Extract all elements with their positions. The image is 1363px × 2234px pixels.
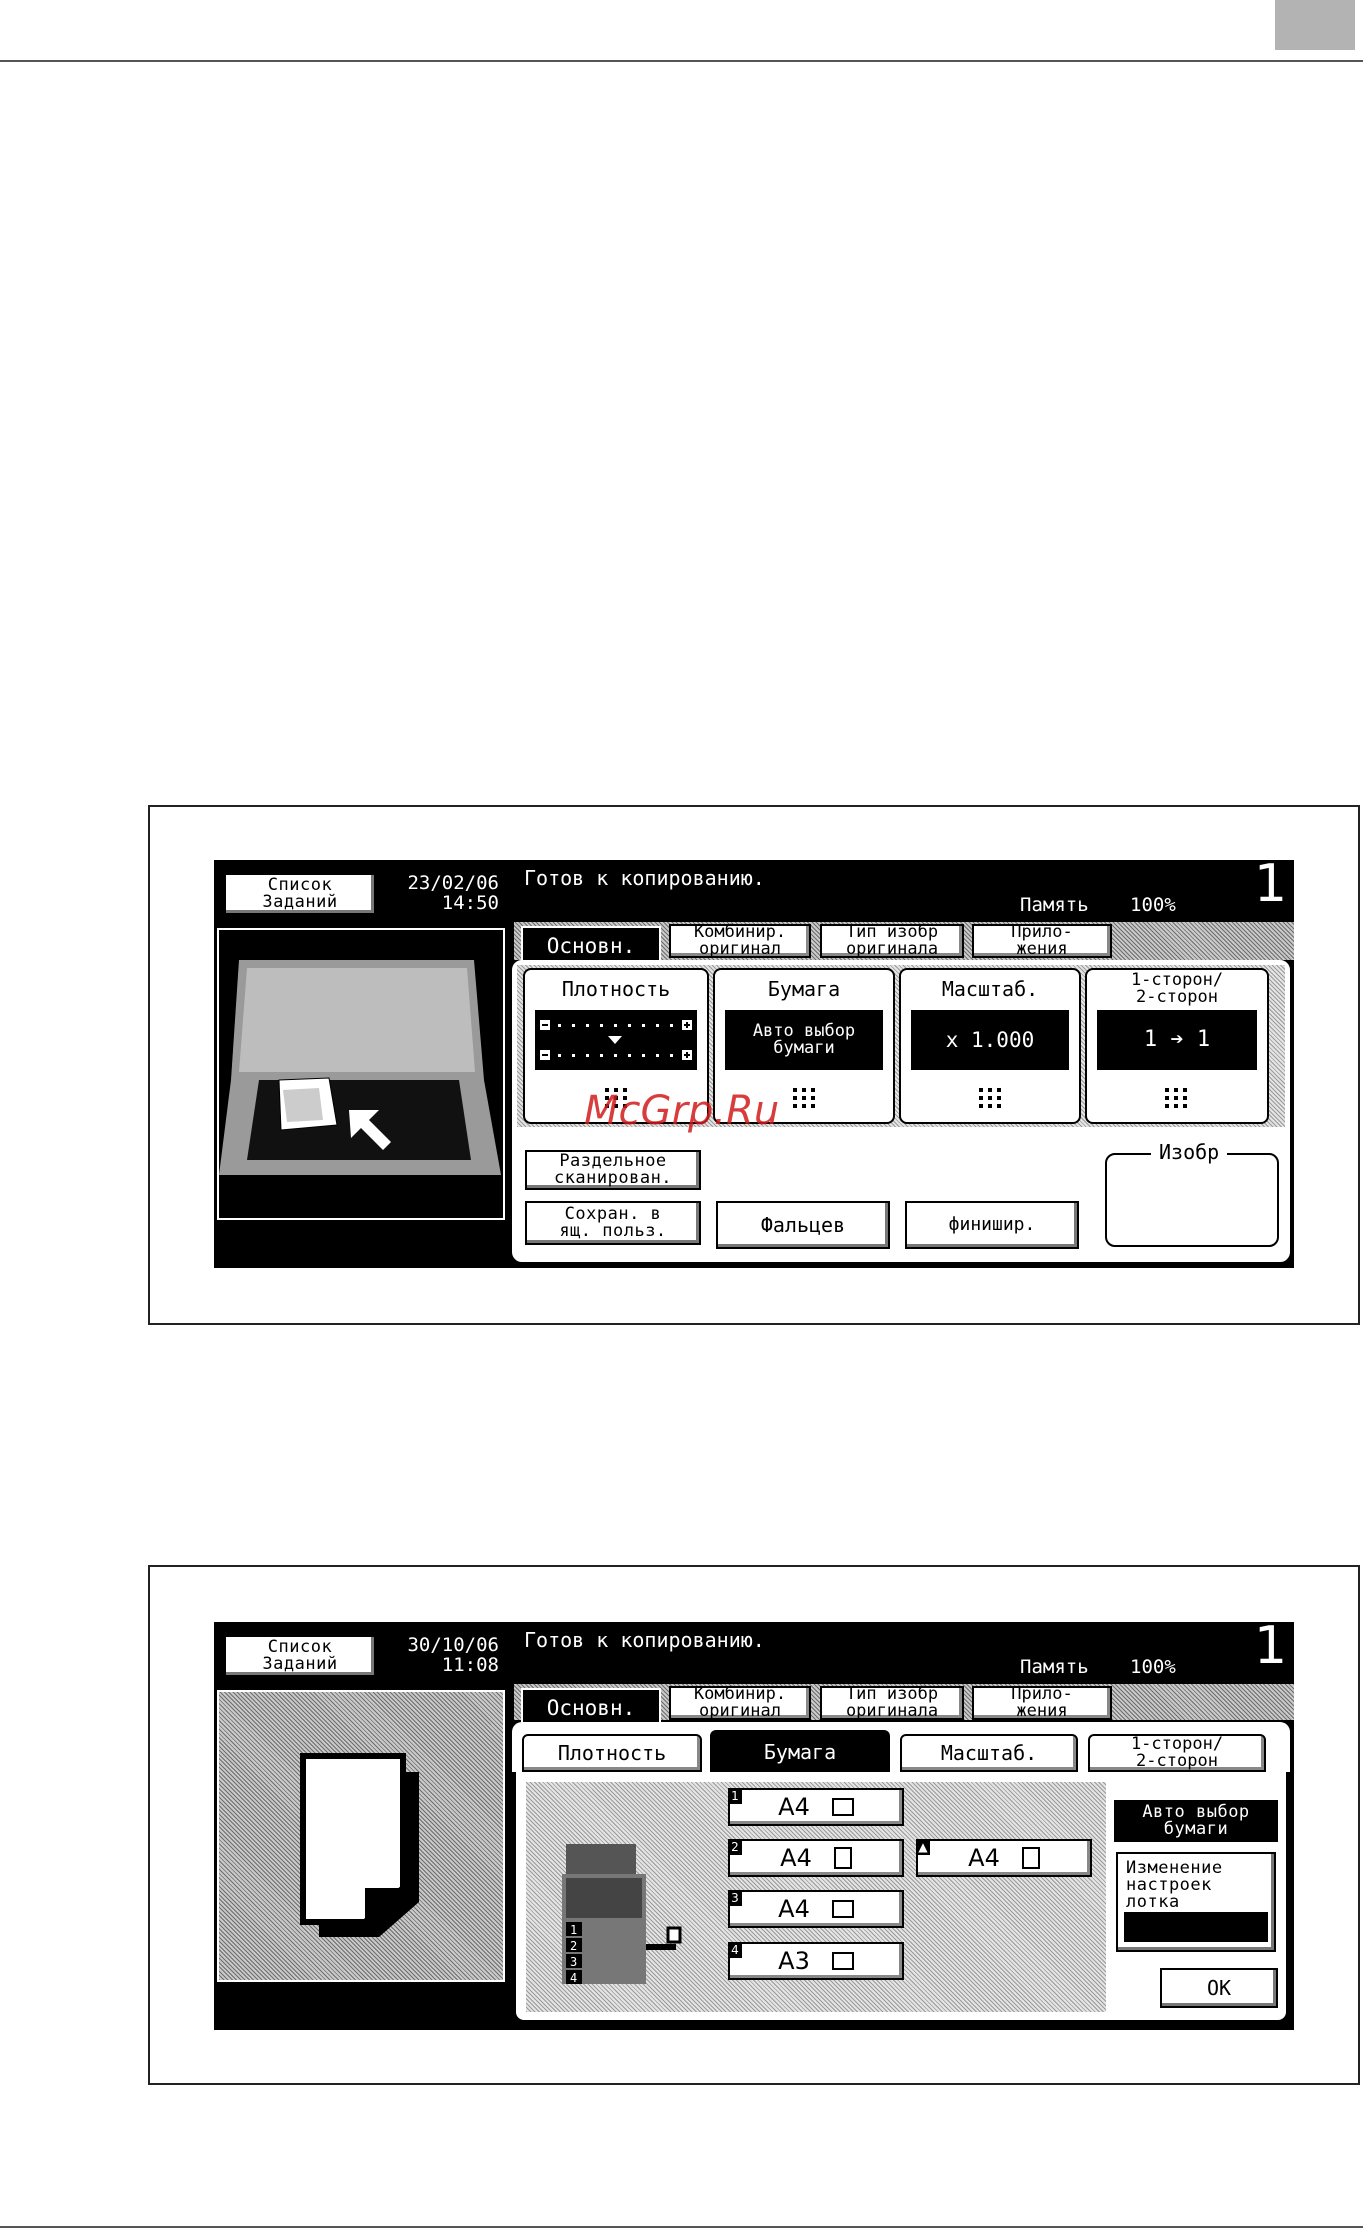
date-display: 23/02/06	[407, 872, 499, 894]
tray-2-number: 2	[728, 1839, 742, 1855]
tab-original-type[interactable]: Тип изобр оригинала	[820, 924, 964, 958]
scanner-glass-icon	[219, 930, 503, 1218]
subtab-zoom[interactable]: Масштаб.	[900, 1734, 1078, 1772]
tab-combine-original[interactable]: Комбинир. оригинал	[669, 924, 811, 958]
auto-paper-button[interactable]: Авто выбор бумаги	[1114, 1800, 1278, 1842]
portrait-paper-icon	[1021, 1847, 1040, 1869]
tray-settings-label: Изменение настроек лотка	[1126, 1858, 1223, 1912]
tab-applications[interactable]: Прило- жения	[972, 1686, 1112, 1720]
copier-panel-basic: Список Заданий 23/02/06 14:50 Готов к ко…	[214, 860, 1294, 1268]
tray-4-number: 4	[728, 1942, 742, 1958]
duplex-value: 1 ➔ 1	[1095, 1008, 1259, 1072]
paper-inner: 1 2 3 4 1 A4 2 A4 3 A4 4 A3 ▲ A4 Авто вы…	[516, 1772, 1286, 2020]
subtab-duplex[interactable]: 1-сторон/ 2-сторон	[1088, 1734, 1266, 1772]
zoom-detail-dots	[979, 1088, 1002, 1108]
time-display: 11:08	[441, 1654, 499, 1676]
paper-detail-dots	[793, 1088, 816, 1108]
page-footer-rule	[0, 2226, 1363, 2228]
tab-basic[interactable]: Основн.	[521, 1688, 661, 1726]
tab-basic[interactable]: Основн.	[521, 926, 661, 964]
bypass-tray-size: A4	[968, 1844, 1000, 1872]
paper-content-area: 1 2 3 4 1 A4 2 A4 3 A4 4 A3 ▲ A4 Авто вы…	[512, 1772, 1290, 2024]
original-preview-panel	[217, 1690, 505, 1982]
zoom-value: x 1.000	[909, 1008, 1071, 1072]
landscape-paper-icon	[831, 1900, 854, 1918]
status-message: Готов к копированию.	[524, 866, 765, 890]
svg-text:3: 3	[570, 1955, 577, 1969]
bypass-tray-icon: ▲	[916, 1839, 930, 1855]
bypass-tray-button[interactable]: ▲ A4	[916, 1839, 1092, 1877]
tray-4-button[interactable]: 4 A3	[728, 1942, 904, 1980]
tray-4-size: A3	[778, 1947, 810, 1975]
density-scale	[533, 1008, 699, 1072]
memory-value: 100%	[1130, 894, 1176, 916]
zoom-function[interactable]: Масштаб. x 1.000	[899, 968, 1081, 1124]
job-list-button[interactable]: Список Заданий	[224, 873, 376, 915]
tray-settings-indicator	[1124, 1912, 1268, 1942]
duplex-detail-dots	[1165, 1088, 1188, 1108]
chapter-tab	[1275, 0, 1355, 50]
ok-button[interactable]: OK	[1160, 1968, 1278, 2008]
landscape-paper-icon	[831, 1952, 854, 1970]
density-slider-icon	[540, 1020, 692, 1060]
duplex-function[interactable]: 1-сторон/ 2-сторон 1 ➔ 1	[1085, 968, 1269, 1124]
status-message: Готов к копированию.	[524, 1628, 765, 1652]
tray-2-size: A4	[780, 1844, 812, 1872]
zoom-title: Масштаб.	[941, 977, 1039, 1001]
separate-scan-button[interactable]: Раздельное сканирован.	[525, 1150, 701, 1190]
fold-button[interactable]: Фальцев	[716, 1201, 890, 1249]
copy-count: 1	[1254, 1622, 1288, 1676]
svg-text:4: 4	[570, 1971, 577, 1985]
tray-3-size: A4	[778, 1895, 810, 1923]
duplex-title: 1-сторон/ 2-сторон	[1130, 970, 1224, 1007]
paper-title: Бумага	[767, 977, 841, 1001]
landscape-paper-icon	[831, 1798, 854, 1816]
density-title: Плотность	[561, 977, 671, 1001]
memory-label: Память	[1020, 894, 1089, 916]
tray-1-button[interactable]: 1 A4	[728, 1788, 904, 1826]
save-to-user-box-button[interactable]: Сохран. в ящ. польз.	[525, 1201, 701, 1245]
tab-applications[interactable]: Прило- жения	[972, 924, 1112, 958]
image-group-label: Изобр	[1151, 1140, 1228, 1164]
copier-machine-icon: 1 2 3 4	[562, 1844, 682, 1985]
scanner-illustration-panel	[217, 928, 505, 1220]
paper-value: Авто выбор бумаги	[723, 1008, 885, 1072]
page-header-rule	[0, 60, 1363, 62]
watermark: McGrp.Ru	[584, 1088, 780, 1134]
job-list-button[interactable]: Список Заданий	[224, 1635, 376, 1677]
original-page-icon	[300, 1753, 419, 1937]
tab-combine-original[interactable]: Комбинир. оригинал	[669, 1686, 811, 1720]
memory-value: 100%	[1130, 1656, 1176, 1678]
svg-text:2: 2	[570, 1939, 577, 1953]
tray-1-size: A4	[778, 1793, 810, 1821]
copier-panel-paper: Список Заданий 30/10/06 11:08 Готов к ко…	[214, 1622, 1294, 2030]
date-display: 30/10/06	[407, 1634, 499, 1656]
finisher-button[interactable]: финишир.	[905, 1201, 1079, 1249]
tray-3-number: 3	[728, 1890, 742, 1906]
tray-2-button[interactable]: 2 A4	[728, 1839, 904, 1877]
tab-original-type[interactable]: Тип изобр оригинала	[820, 1686, 964, 1720]
subtab-density[interactable]: Плотность	[522, 1734, 702, 1772]
svg-text:1: 1	[570, 1923, 577, 1937]
memory-label: Память	[1020, 1656, 1089, 1678]
tray-3-button[interactable]: 3 A4	[728, 1890, 904, 1928]
copy-count: 1	[1254, 860, 1288, 914]
tray-1-number: 1	[728, 1788, 742, 1804]
subtab-paper[interactable]: Бумага	[710, 1730, 890, 1774]
portrait-paper-icon	[833, 1847, 852, 1869]
image-group-box	[1105, 1153, 1279, 1247]
time-display: 14:50	[441, 892, 499, 914]
tray-settings-button[interactable]: Изменение настроек лотка	[1116, 1852, 1276, 1952]
